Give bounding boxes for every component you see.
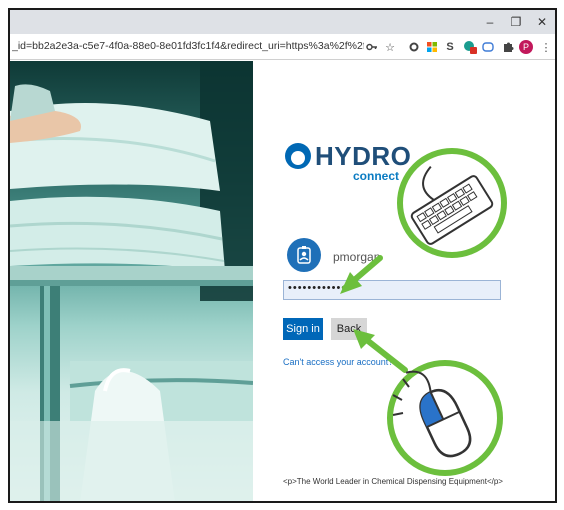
title-bar: – ❐ ✕ <box>10 10 555 34</box>
keyboard-callout <box>340 148 507 294</box>
browser-window: – ❐ ✕ _id=bb2a2e3a-c5e7-4f0a-88e0-8e01fd… <box>8 8 557 503</box>
towel-photo-illustration <box>10 61 253 501</box>
extension-badge-icon[interactable] <box>462 39 478 55</box>
more-icon[interactable]: ⋮ <box>538 39 554 55</box>
circle-icon[interactable] <box>406 39 422 55</box>
maximize-button[interactable]: ❐ <box>503 10 529 34</box>
s-icon[interactable]: S <box>442 39 458 55</box>
star-icon[interactable]: ☆ <box>382 39 398 55</box>
mouse-callout <box>353 329 503 476</box>
drop-icon <box>285 143 311 169</box>
user-badge-icon <box>287 238 321 272</box>
windows-icon[interactable] <box>424 39 440 55</box>
profile-icon[interactable]: P <box>518 39 534 55</box>
profile-initial: P <box>519 40 533 54</box>
url-field[interactable]: _id=bb2a2e3a-c5e7-4f0a-88e0-8e01fd3fc1f4… <box>12 40 364 52</box>
address-bar: _id=bb2a2e3a-c5e7-4f0a-88e0-8e01fd3fc1f4… <box>10 34 555 60</box>
sign-in-button[interactable]: Sign in <box>283 318 323 340</box>
puzzle-icon[interactable] <box>500 39 516 55</box>
key-icon[interactable] <box>364 39 380 55</box>
extension-icon[interactable] <box>480 39 496 55</box>
hero-image <box>10 61 253 501</box>
close-button[interactable]: ✕ <box>529 10 555 34</box>
minimize-button[interactable]: – <box>477 10 503 34</box>
